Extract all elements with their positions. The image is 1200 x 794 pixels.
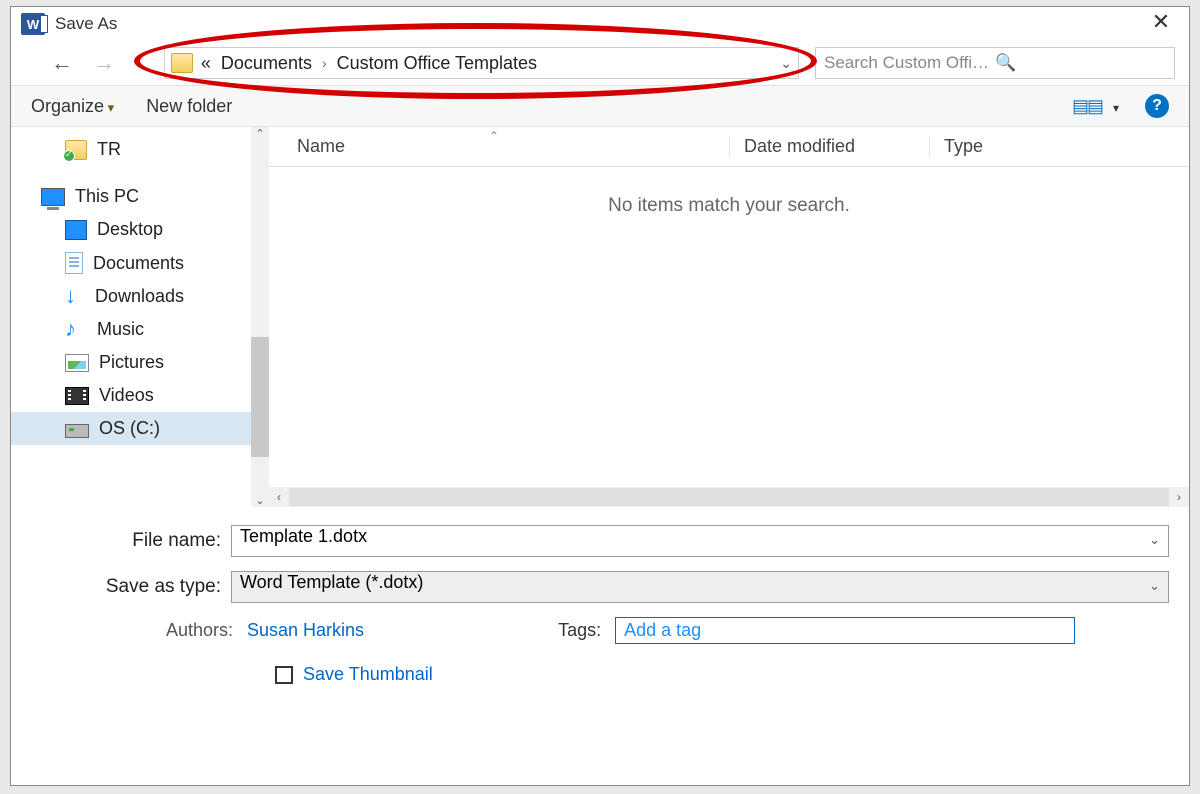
sidebar-label: Documents xyxy=(93,253,184,274)
sidebar-label: Pictures xyxy=(99,352,164,373)
address-dropdown[interactable]: ⌄ xyxy=(780,55,792,72)
new-folder-button[interactable]: New folder xyxy=(146,96,232,117)
horizontal-scrollbar[interactable]: ‹ › xyxy=(269,487,1189,507)
close-button[interactable]: ✕ xyxy=(1141,9,1181,35)
sidebar-item-downloads[interactable]: Downloads xyxy=(11,280,269,313)
file-list-panel: Name ⌃ Date modified Type No items match… xyxy=(269,127,1189,507)
sidebar-item-music[interactable]: ♪ Music xyxy=(11,313,269,346)
column-type[interactable]: Type xyxy=(929,136,1189,157)
authors-label: Authors: xyxy=(141,620,233,641)
breadcrumb-documents[interactable]: Documents xyxy=(219,53,314,74)
sidebar-item-videos[interactable]: Videos xyxy=(11,379,269,412)
sort-indicator-icon: ⌃ xyxy=(489,129,499,143)
save-as-dialog: W Save As ✕ ← → ⌄ « Documents › Custom O… xyxy=(10,6,1190,786)
videos-icon xyxy=(65,387,89,405)
window-title: Save As xyxy=(55,14,117,34)
breadcrumb-prefix: « xyxy=(199,53,213,74)
empty-message: No items match your search. xyxy=(269,167,1189,217)
filename-label: File name: xyxy=(61,530,221,552)
document-icon xyxy=(65,252,83,274)
navigation-row: ← → ⌄ « Documents › Custom Office Templa… xyxy=(11,41,1189,85)
sidebar-label: This PC xyxy=(75,186,139,207)
desktop-icon xyxy=(65,220,87,240)
computer-icon xyxy=(41,188,65,206)
history-dropdown[interactable]: ⌄ xyxy=(129,55,148,71)
sidebar-label: Music xyxy=(97,319,144,340)
sidebar-label: OS (C:) xyxy=(99,418,160,439)
search-input[interactable]: Search Custom Office Templa... 🔍 xyxy=(815,47,1175,79)
sidebar-item-os-drive[interactable]: OS (C:) xyxy=(11,412,269,445)
breadcrumb-custom-office-templates[interactable]: Custom Office Templates xyxy=(335,53,539,74)
address-bar[interactable]: « Documents › Custom Office Templates ⌄ xyxy=(164,47,799,79)
view-options-button[interactable]: ▤▤ ▾ xyxy=(1072,96,1119,117)
toolbar: Organize New folder ▤▤ ▾ ? xyxy=(11,85,1189,127)
folder-icon xyxy=(171,53,193,73)
save-thumbnail-label[interactable]: Save Thumbnail xyxy=(303,664,433,685)
tags-label: Tags: xyxy=(558,620,601,641)
sidebar-item-documents[interactable]: Documents xyxy=(11,246,269,280)
authors-value[interactable]: Susan Harkins xyxy=(247,620,364,641)
sidebar-item-desktop[interactable]: Desktop xyxy=(11,213,269,246)
download-icon xyxy=(65,287,85,307)
scroll-left-icon[interactable]: ‹ xyxy=(269,490,289,504)
column-headers: Name ⌃ Date modified Type xyxy=(269,127,1189,167)
tags-input[interactable]: Add a tag xyxy=(615,617,1075,644)
drive-icon xyxy=(65,424,89,438)
back-button[interactable]: ← xyxy=(45,50,79,76)
titlebar: W Save As ✕ xyxy=(11,7,1189,41)
save-form: File name: Template 1.dotx ⌄ Save as typ… xyxy=(11,507,1189,695)
navigation-sidebar: TR This PC Desktop Documents Downloads ♪ xyxy=(11,127,269,507)
word-icon: W xyxy=(21,13,45,35)
pictures-icon xyxy=(65,354,89,372)
sidebar-label: TR xyxy=(97,139,121,160)
scrollbar-track[interactable] xyxy=(289,488,1169,506)
organize-menu[interactable]: Organize xyxy=(31,96,114,117)
chevron-down-icon[interactable]: ⌄ xyxy=(1149,532,1160,548)
save-thumbnail-checkbox[interactable] xyxy=(275,666,293,684)
forward-button[interactable]: → xyxy=(87,50,121,76)
chevron-right-icon[interactable]: › xyxy=(320,55,329,71)
chevron-down-icon[interactable]: ⌄ xyxy=(1149,578,1160,594)
sidebar-label: Desktop xyxy=(97,219,163,240)
filename-input[interactable]: Template 1.dotx ⌄ xyxy=(231,525,1169,557)
sidebar-item-pictures[interactable]: Pictures xyxy=(11,346,269,379)
music-icon: ♪ xyxy=(65,320,87,340)
sidebar-label: Videos xyxy=(99,385,154,406)
scroll-right-icon[interactable]: › xyxy=(1169,490,1189,504)
scrollbar-thumb[interactable] xyxy=(251,337,269,457)
sidebar-item-this-pc[interactable]: This PC xyxy=(11,180,269,213)
savetype-value: Word Template (*.dotx) xyxy=(240,572,423,592)
search-placeholder: Search Custom Office Templa... xyxy=(824,53,995,73)
sidebar-item-tr[interactable]: TR xyxy=(11,133,269,166)
savetype-select[interactable]: Word Template (*.dotx) ⌄ xyxy=(231,571,1169,603)
sidebar-label: Downloads xyxy=(95,286,184,307)
search-icon: 🔍 xyxy=(995,53,1166,73)
filename-value: Template 1.dotx xyxy=(240,526,367,546)
column-date-modified[interactable]: Date modified xyxy=(729,136,929,157)
savetype-label: Save as type: xyxy=(61,576,221,598)
help-button[interactable]: ? xyxy=(1145,94,1169,118)
folder-icon xyxy=(65,140,87,160)
